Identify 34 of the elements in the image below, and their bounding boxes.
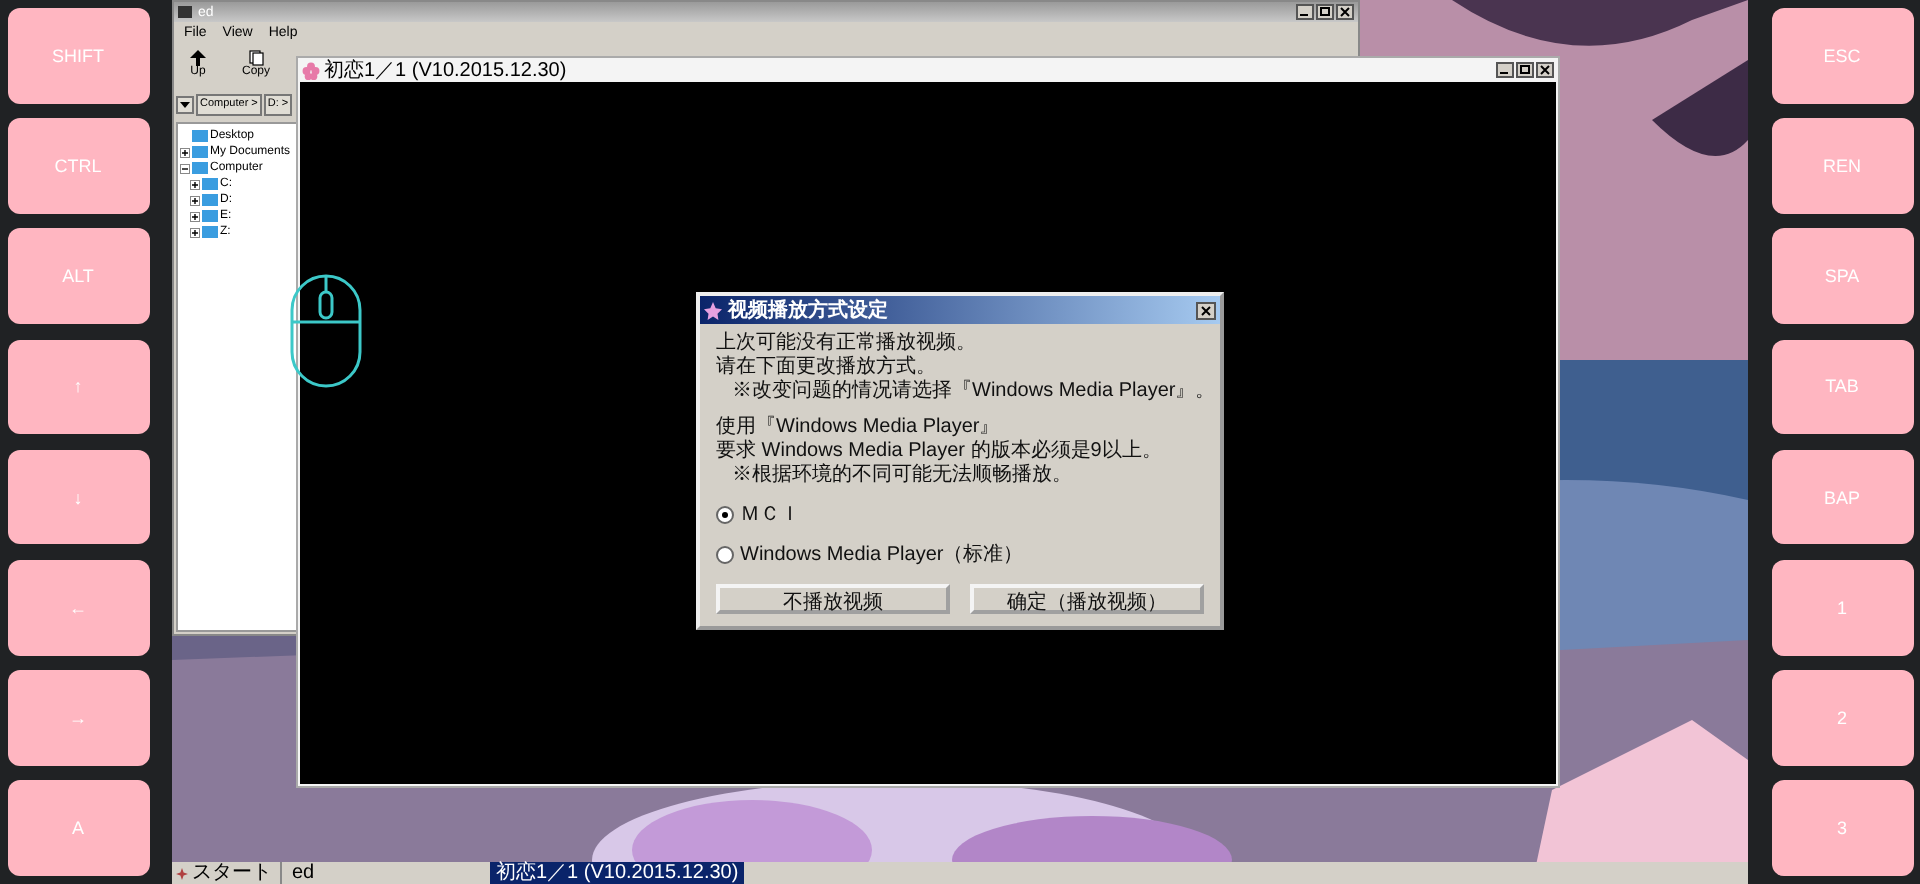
star-icon <box>176 867 188 879</box>
message-text: 上次可能没有正常播放视频。 <box>716 332 978 355</box>
close-icon[interactable] <box>1336 4 1354 20</box>
expand-icon[interactable] <box>190 211 200 221</box>
expand-icon[interactable] <box>190 179 200 189</box>
close-icon[interactable] <box>1196 301 1216 319</box>
up-arrow-icon <box>190 50 206 66</box>
copy-icon <box>248 50 264 66</box>
maximize-icon[interactable] <box>1516 62 1534 78</box>
message-text: ※改变问题的情况请选择『Windows Media Player』。 <box>730 380 1204 404</box>
window-title: 初恋1／1 (V10.2015.12.30) <box>324 57 567 84</box>
collapse-icon[interactable] <box>180 163 190 173</box>
mouse-icon <box>290 274 362 388</box>
message-text: 要求 Windows Media Player 的版本必须是9以上。 <box>716 440 1164 463</box>
start-button[interactable]: スタート <box>176 862 282 884</box>
minimize-icon[interactable] <box>1296 4 1314 20</box>
radio-option[interactable]: ＭＣＩ <box>716 500 1204 528</box>
message-text: ※根据环境的不同可能无法顺畅播放。 <box>730 464 1074 488</box>
close-icon[interactable] <box>1536 62 1554 78</box>
taskbar-item[interactable]: 初恋1／1 (V10.2015.12.30) <box>490 862 745 884</box>
radio-option[interactable]: Windows Media Player（标准） <box>716 540 1204 568</box>
dropdown-icon[interactable] <box>176 95 194 113</box>
app-icon <box>178 6 192 18</box>
message-text: 请在下面更改播放方式。 <box>716 356 938 379</box>
expand-icon[interactable] <box>190 227 200 237</box>
dialog-button[interactable]: 不播放视频 <box>716 584 950 614</box>
message-text: 使用『Windows Media Player』 <box>716 416 1002 439</box>
taskbar-item[interactable]: ed <box>286 862 486 884</box>
expand-icon[interactable] <box>180 147 190 157</box>
dialog-button[interactable]: 确定（播放视频） <box>970 584 1204 614</box>
maximize-icon[interactable] <box>1316 4 1334 20</box>
dialog-title: 视频播放方式设定 <box>728 296 888 324</box>
minimize-icon[interactable] <box>1496 62 1514 78</box>
expand-icon[interactable] <box>190 195 200 205</box>
